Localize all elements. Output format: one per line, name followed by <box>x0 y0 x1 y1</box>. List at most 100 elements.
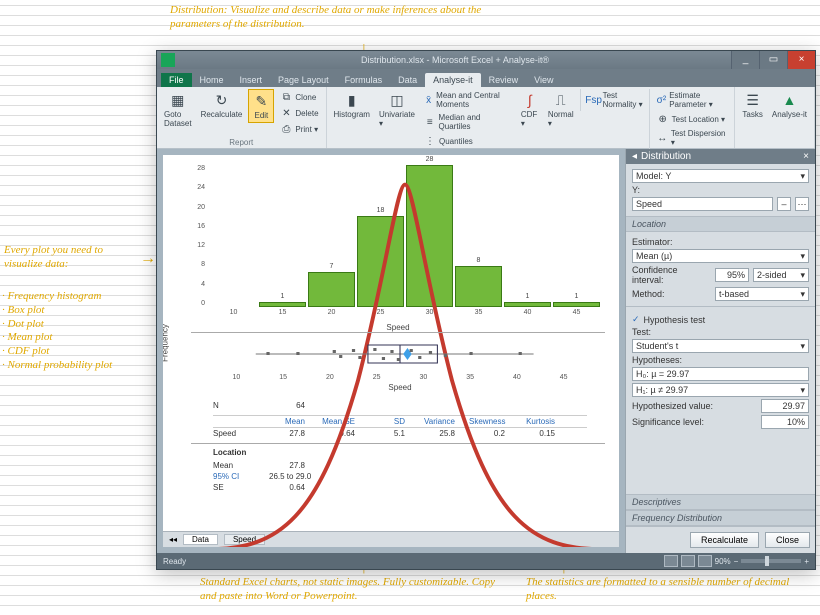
test-location-button[interactable]: ⊕Test Location ▾ <box>654 111 731 127</box>
histogram-button[interactable]: ▮Histogram <box>331 89 373 121</box>
sig-input[interactable]: 10% <box>761 415 809 429</box>
annotation-plot-item: · CDF plot <box>2 345 142 359</box>
col-sd: SD <box>369 416 419 427</box>
analyse-it-menu-button[interactable]: ▲Analyse-it <box>769 89 810 121</box>
view-normal-button[interactable] <box>664 555 678 567</box>
section-freq-dist[interactable]: Frequency Distribution <box>626 510 815 526</box>
view-break-button[interactable] <box>698 555 712 567</box>
status-bar: Ready 90% − + <box>157 553 815 569</box>
sheet-speed[interactable]: Speed <box>224 534 265 545</box>
edit-button[interactable]: ✎Edit <box>248 89 274 123</box>
tab-formulas[interactable]: Formulas <box>337 73 391 87</box>
tasks-icon: ☰ <box>744 91 762 109</box>
tab-file[interactable]: File <box>161 73 192 87</box>
table-icon: ▦ <box>169 91 187 109</box>
clone-button[interactable]: ⧉Clone <box>277 89 321 105</box>
pane-close-button[interactable]: Close <box>765 532 810 548</box>
recalculate-button[interactable]: ↻Recalculate <box>198 89 246 121</box>
model-select[interactable]: Model: Y▾ <box>632 169 809 183</box>
tab-analyse-it[interactable]: Analyse-it <box>425 73 481 87</box>
y-field[interactable]: Speed <box>632 197 773 211</box>
ci-percent-input[interactable]: 95% <box>715 268 749 282</box>
estimate-parameter-button[interactable]: σ²Estimate Parameter ▾ <box>654 89 731 111</box>
normal-button[interactable]: ⎍Normal ▾ <box>545 89 577 130</box>
histogram-bar: 18 <box>357 216 404 307</box>
pane-recalculate-button[interactable]: Recalculate <box>690 532 759 548</box>
histogram-chart[interactable]: 0481216202428 0171828811 101520253035404… <box>191 161 605 321</box>
col-kurtosis: Kurtosis <box>519 416 569 427</box>
tab-page-layout[interactable]: Page Layout <box>270 73 337 87</box>
zoom-out-button[interactable]: − <box>734 557 739 566</box>
histogram-icon: ▮ <box>343 91 361 109</box>
minimize-button[interactable]: _ <box>731 51 759 69</box>
y-label: Y: <box>632 185 809 195</box>
pane-nav-icon[interactable]: ◂ <box>632 151 637 162</box>
hypotheses-label: Hypotheses: <box>632 355 809 365</box>
annotation-plot-item: · Box plot <box>2 304 142 318</box>
status-ready: Ready <box>163 557 186 566</box>
quantiles-button[interactable]: ⋮Quantiles <box>421 133 515 149</box>
pane-title: Distribution <box>641 151 799 162</box>
arrow-icon: → <box>140 250 156 268</box>
mean-central-moments-button[interactable]: x̄Mean and Central Moments <box>421 89 515 111</box>
estimator-label: Estimator: <box>632 237 809 247</box>
normal-icon: ⎍ <box>552 91 570 109</box>
histogram-bar: 8 <box>455 266 502 307</box>
print-button[interactable]: ⎙Print ▾ <box>277 121 321 137</box>
histogram-bar: 1 <box>553 302 600 307</box>
tab-data[interactable]: Data <box>390 73 425 87</box>
test-dispersion-button[interactable]: ↔Test Dispersion ▾ <box>654 127 731 149</box>
tab-insert[interactable]: Insert <box>232 73 271 87</box>
ci-type-select[interactable]: 2-sided▾ <box>753 268 809 282</box>
section-descriptives[interactable]: Descriptives <box>626 494 815 510</box>
zoom-in-button[interactable]: + <box>804 557 809 566</box>
sheet-tabs: ◂◂ Data Speed <box>163 531 619 547</box>
test-label: Test: <box>632 327 809 337</box>
val-sd: 5.1 <box>369 428 419 439</box>
annotation-plot-item: · Mean plot <box>2 331 142 345</box>
h1-display[interactable]: H₁: µ ≠ 29.97▾ <box>632 383 809 397</box>
report-document: Frequency 0481216202428 0171828811 10152… <box>163 155 619 547</box>
test-normality-button[interactable]: FspTest Normality ▾ <box>585 89 646 111</box>
print-icon: ⎙ <box>280 123 292 135</box>
annotation-bottom-right: The statistics are formatted to a sensib… <box>526 576 806 604</box>
y-clear-button[interactable]: – <box>777 197 791 211</box>
test-select[interactable]: Student's t▾ <box>632 339 809 353</box>
ribbon: ▦Goto Dataset ↻Recalculate ✎Edit ⧉Clone … <box>157 87 815 149</box>
quantiles-icon: ⋮ <box>424 135 436 147</box>
goto-dataset-button[interactable]: ▦Goto Dataset <box>161 89 195 130</box>
univariate-button[interactable]: ◫Univariate ▾ <box>376 89 418 130</box>
zoom-slider[interactable] <box>741 559 801 563</box>
delete-button[interactable]: ✕Delete <box>277 105 321 121</box>
location-block: Location Mean27.8 95% CI26.5 to 29.0 SE0… <box>191 443 605 497</box>
sigma-icon: σ² <box>657 94 667 106</box>
group-label-report: Report <box>161 138 322 148</box>
pane-close-icon[interactable]: × <box>803 151 809 162</box>
close-button[interactable]: × <box>787 51 815 69</box>
sheet-nav-icon[interactable]: ◂◂ <box>169 535 177 544</box>
excel-window: Distribution.xlsx - Microsoft Excel + An… <box>156 50 816 570</box>
view-layout-button[interactable] <box>681 555 695 567</box>
tab-view[interactable]: View <box>526 73 561 87</box>
hypval-input[interactable]: 29.97 <box>761 399 809 413</box>
tasks-button[interactable]: ☰Tasks <box>739 89 765 121</box>
median-quartiles-button[interactable]: ≡Median and Quartiles <box>421 111 515 133</box>
cdf-button[interactable]: ∫CDF ▾ <box>518 89 542 130</box>
method-select[interactable]: t-based▾ <box>715 287 809 301</box>
annotation-plot-item: · Dot plot <box>2 318 142 332</box>
x-axis-label: Speed <box>191 323 605 332</box>
zoom-level: 90% <box>715 557 731 566</box>
annotation-top: Distribution: Visualize and describe dat… <box>170 4 490 32</box>
h0-display: H₀: µ = 29.97 <box>632 367 809 381</box>
tab-home[interactable]: Home <box>192 73 232 87</box>
y-more-button[interactable]: ⋯ <box>795 197 809 211</box>
boxplot-chart[interactable]: 1015202530354045 Speed <box>191 332 605 396</box>
estimator-select[interactable]: Mean (µ)▾ <box>632 249 809 263</box>
excel-icon <box>161 53 175 67</box>
n-value: 64 <box>269 400 319 411</box>
hypothesis-checkbox[interactable]: ✓ <box>632 314 640 325</box>
histogram-bar: 28 <box>406 165 453 307</box>
sheet-data[interactable]: Data <box>183 534 218 545</box>
maximize-button[interactable]: ▭ <box>759 51 787 69</box>
tab-review[interactable]: Review <box>481 73 527 87</box>
